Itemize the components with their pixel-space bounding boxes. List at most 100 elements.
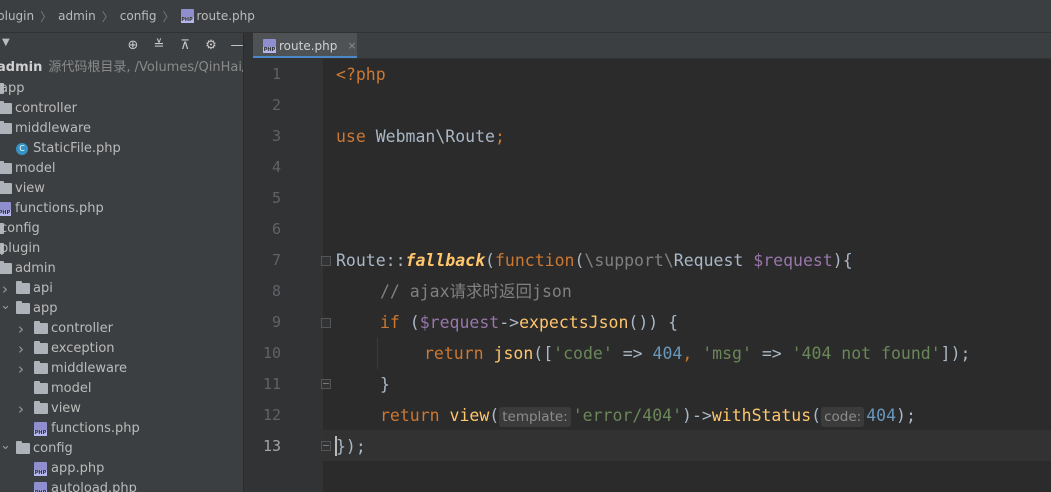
breadcrumb-file-label: route.php — [196, 9, 255, 23]
breadcrumb-item-plugin[interactable]: plugin 〉 — [0, 8, 58, 25]
variable: $request — [419, 313, 500, 332]
tree-item-label: StaticFile.php — [33, 141, 121, 156]
tree-item-label: functions.php — [51, 421, 140, 436]
chevron-down-icon[interactable]: ▼ — [2, 37, 10, 48]
editor-tabbar: route.php × — [253, 33, 1051, 59]
chevron-right-icon: 〉 — [162, 9, 175, 24]
operator: -> — [499, 313, 520, 332]
folder-icon — [34, 341, 48, 354]
tree-item[interactable]: › api — [0, 279, 243, 299]
parameter-hint: code: — [821, 407, 865, 427]
tree-root-name: admin — [0, 60, 43, 75]
chevron-right-icon[interactable]: › — [16, 319, 26, 339]
tree-item[interactable]: ⌄ app — [0, 296, 243, 319]
fold-open-icon[interactable] — [321, 318, 331, 328]
fold-close-icon[interactable] — [321, 441, 331, 451]
keyword: use — [336, 127, 366, 146]
text-caret — [335, 436, 337, 456]
line-number: 10 — [262, 344, 281, 362]
punctuation: , — [682, 344, 703, 363]
tree-item[interactable]: functions.php — [0, 199, 243, 219]
fold-close-icon[interactable] — [321, 379, 331, 389]
tree-item-label: app — [0, 81, 25, 96]
method-call: expectsJson — [519, 313, 629, 332]
tree-item[interactable]: › view — [0, 399, 243, 419]
tree-root[interactable]: admin 源代码根目录, /Volumes/QinHai/ad — [0, 58, 243, 78]
type-name: Request — [673, 251, 754, 270]
number: 404 — [652, 344, 683, 363]
keyword: function — [494, 251, 575, 270]
tree-item[interactable]: functions.php — [0, 419, 243, 439]
tree-item[interactable]: app — [0, 79, 243, 99]
line-number: 1 — [271, 65, 281, 83]
close-icon[interactable]: × — [347, 39, 356, 52]
tree-item[interactable]: config — [0, 219, 243, 239]
folder-icon — [0, 121, 12, 134]
punctuation: ()) { — [628, 313, 679, 332]
tree-item[interactable]: › exception — [0, 339, 243, 359]
locate-icon[interactable]: ⊕ — [120, 35, 146, 55]
line-number: 9 — [271, 313, 281, 331]
breadcrumb-item-config[interactable]: config 〉 — [120, 8, 181, 25]
expand-all-icon[interactable]: ≚ — [146, 35, 172, 55]
tree-item[interactable]: C StaticFile.php — [0, 139, 243, 159]
breadcrumb-item-file[interactable]: route.php — [180, 9, 255, 23]
punctuation: ( — [489, 406, 500, 425]
folder-icon — [16, 301, 30, 314]
php-file-icon — [34, 462, 47, 476]
tree-item[interactable]: autoload.php — [0, 479, 243, 492]
chevron-right-icon[interactable]: › — [16, 359, 26, 379]
tree-item-label: view — [15, 181, 45, 196]
code-line-7: Route::fallback(function(\support\Reques… — [336, 245, 853, 276]
line-number: 7 — [271, 251, 281, 269]
string: '404 not found' — [791, 344, 941, 363]
namespace: Webman\Route — [375, 127, 495, 146]
chevron-down-icon[interactable]: ⌄ — [0, 296, 11, 316]
tree-item[interactable]: middleware — [0, 119, 243, 139]
minimize-icon[interactable]: — — [224, 35, 244, 55]
chevron-down-icon[interactable]: ⌄ — [0, 436, 11, 456]
php-file-icon — [34, 422, 47, 436]
php-open-tag: <?php — [336, 65, 386, 84]
code-line-12: return view(template:'error/404')->withS… — [380, 400, 916, 431]
php-file-icon — [0, 202, 11, 216]
tree-item[interactable]: controller — [0, 99, 243, 119]
tree-item[interactable]: model — [0, 159, 243, 179]
tree-item[interactable]: › middleware — [0, 359, 243, 379]
tree-item-label: exception — [51, 341, 115, 356]
punctuation: ( — [811, 406, 822, 425]
punctuation: ; — [494, 127, 505, 146]
line-number: 2 — [271, 96, 281, 114]
tree-item[interactable]: view — [0, 179, 243, 199]
tree-item[interactable]: › controller — [0, 319, 243, 339]
php-class-icon: C — [16, 143, 28, 155]
tree-item[interactable]: model — [0, 379, 243, 399]
line-numbers: 1 2 3 4 5 6 7 8 9 10 11 12 13 — [253, 59, 281, 492]
tree-item[interactable]: ⌄ config — [0, 436, 243, 459]
gear-icon[interactable]: ⚙ — [198, 35, 224, 55]
folder-icon — [0, 101, 12, 114]
string: 'error/404' — [572, 406, 683, 425]
collapse-all-icon[interactable]: ⊼ — [172, 35, 198, 55]
folder-icon — [0, 181, 12, 194]
chevron-right-icon[interactable]: › — [16, 339, 26, 359]
project-toolbar: ▼ ⊕ ≚ ⊼ ⚙ — — [0, 33, 243, 57]
breadcrumb: plugin 〉 admin 〉 config 〉 route.php — [0, 0, 1051, 33]
line-number: 11 — [262, 375, 281, 393]
operator: => — [751, 344, 792, 363]
tab-route-php[interactable]: route.php × — [253, 33, 357, 58]
line-number: 8 — [271, 282, 281, 300]
folder-icon — [16, 441, 30, 454]
tree-item[interactable]: app.php — [0, 459, 243, 479]
function-call: json — [493, 344, 534, 363]
tree-item[interactable]: plugin — [0, 239, 243, 259]
breadcrumb-item-admin[interactable]: admin 〉 — [58, 8, 120, 25]
chevron-right-icon[interactable]: › — [16, 399, 26, 419]
chevron-right-icon: 〉 — [40, 9, 53, 24]
folder-icon — [0, 261, 12, 274]
tree-item-label: view — [51, 401, 81, 416]
tab-active-indicator — [253, 56, 357, 58]
folder-icon — [0, 161, 12, 174]
tree-item[interactable]: admin — [0, 259, 243, 279]
fold-open-icon[interactable] — [321, 256, 331, 266]
